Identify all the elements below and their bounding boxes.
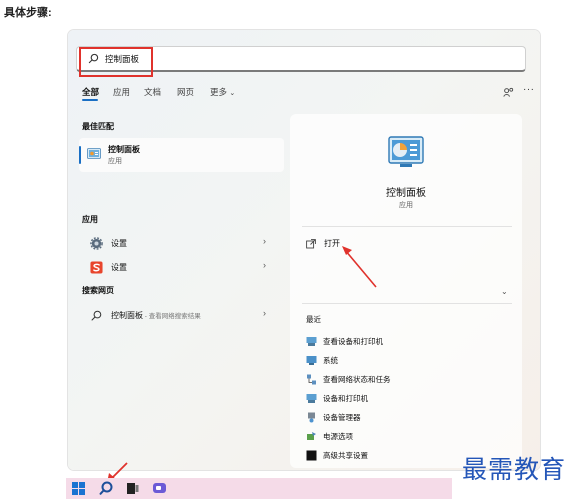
divider bbox=[302, 226, 512, 227]
tab-documents[interactable]: 文档 bbox=[144, 86, 161, 98]
preview-type: 应用 bbox=[399, 202, 413, 209]
apps-section-title: 应用 bbox=[82, 215, 98, 224]
tab-web[interactable]: 网页 bbox=[177, 86, 194, 98]
chevron-right-icon[interactable]: › bbox=[263, 308, 266, 318]
recent-label: 查看设备和打印机 bbox=[323, 337, 383, 346]
recent-title: 最近 bbox=[306, 315, 321, 324]
control-panel-icon bbox=[388, 136, 424, 167]
recent-label: 设备和打印机 bbox=[323, 394, 368, 403]
power-options-icon bbox=[307, 432, 316, 440]
search-icon bbox=[91, 310, 102, 321]
preview-title: 控制面板 bbox=[386, 188, 426, 199]
selection-indicator bbox=[79, 146, 81, 164]
device-manager-icon bbox=[308, 412, 315, 423]
recent-label: 设备管理器 bbox=[323, 413, 361, 422]
control-panel-icon bbox=[87, 148, 101, 159]
divider bbox=[302, 303, 512, 304]
chevron-down-icon[interactable]: ⌄ bbox=[501, 287, 508, 296]
recent-item[interactable]: 查看设备和打印机 bbox=[306, 335, 496, 349]
web-result-desc: - 查看网络搜索结果 bbox=[143, 313, 201, 320]
recent-label: 系统 bbox=[323, 356, 338, 365]
search-tabs: 全部 应用 文档 网页 更多 ⌄ ··· bbox=[82, 84, 535, 102]
best-match-type: 应用 bbox=[108, 158, 122, 165]
recent-item[interactable]: 查看网络状态和任务 bbox=[306, 373, 496, 387]
task-view-icon[interactable] bbox=[125, 481, 140, 496]
recent-label: 高级共享设置 bbox=[323, 451, 368, 460]
recent-item[interactable]: 电源选项 bbox=[306, 430, 496, 444]
tab-active-indicator bbox=[82, 99, 98, 101]
app-result-settings[interactable]: 设置 › bbox=[82, 235, 282, 253]
best-match-item[interactable]: 控制面板 应用 bbox=[79, 138, 284, 172]
tab-label: 全部 bbox=[82, 87, 100, 97]
windows-start-icon[interactable] bbox=[71, 481, 86, 496]
best-match-title: 最佳匹配 bbox=[82, 122, 114, 131]
preview-pane: 控制面板 应用 打开 ⌄ 最近 查看设备和打印机 系统 查看网络状态和任务 设备… bbox=[290, 114, 522, 468]
devices-printers-icon bbox=[306, 394, 317, 403]
best-match-name: 控制面板 bbox=[108, 145, 140, 154]
chat-icon[interactable] bbox=[152, 481, 167, 496]
open-external-icon bbox=[306, 239, 316, 249]
chevron-right-icon[interactable]: › bbox=[263, 260, 266, 270]
open-label: 打开 bbox=[324, 239, 340, 248]
system-icon bbox=[306, 356, 317, 365]
more-options-icon[interactable]: ··· bbox=[523, 84, 535, 95]
web-result-query: 控制面板 bbox=[111, 311, 143, 320]
devices-printers-icon bbox=[306, 337, 317, 346]
taskbar bbox=[66, 478, 452, 499]
search-highlight-box bbox=[79, 47, 153, 77]
network-icon bbox=[307, 374, 316, 385]
recent-item[interactable]: 设备管理器 bbox=[306, 411, 496, 425]
recent-label: 查看网络状态和任务 bbox=[323, 375, 391, 384]
s-app-icon bbox=[90, 261, 103, 274]
recent-item[interactable]: 系统 bbox=[306, 354, 496, 368]
app-result-settings-2[interactable]: 设置 › bbox=[82, 259, 282, 277]
recent-label: 电源选项 bbox=[323, 432, 353, 441]
tab-apps[interactable]: 应用 bbox=[113, 86, 130, 98]
search-icon[interactable] bbox=[99, 481, 114, 496]
chevron-right-icon[interactable]: › bbox=[263, 236, 266, 246]
tab-more[interactable]: 更多 ⌄ bbox=[210, 86, 235, 98]
recent-item[interactable]: 设备和打印机 bbox=[306, 392, 496, 406]
app-result-label: 设置 bbox=[111, 263, 127, 272]
gear-icon bbox=[90, 237, 103, 250]
tab-all[interactable]: 全部 bbox=[82, 86, 100, 101]
sharing-icon bbox=[306, 450, 317, 461]
watermark: 最需教育 bbox=[462, 455, 567, 484]
web-result-label: 控制面板 - 查看网络搜索结果 bbox=[111, 310, 201, 321]
tab-label: 更多 bbox=[210, 87, 228, 97]
app-result-label: 设置 bbox=[111, 239, 127, 248]
web-section-title: 搜索网页 bbox=[82, 286, 114, 295]
start-search-window: 控制面板 全部 应用 文档 网页 更多 ⌄ ··· 最佳匹配 控制面板 应用 应… bbox=[68, 30, 540, 470]
account-share-icon[interactable] bbox=[503, 87, 514, 98]
page-heading: 具体步骤: bbox=[4, 7, 52, 19]
web-result-control-panel[interactable]: 控制面板 - 查看网络搜索结果 › bbox=[82, 307, 282, 325]
chevron-down-icon: ⌄ bbox=[229, 90, 236, 97]
